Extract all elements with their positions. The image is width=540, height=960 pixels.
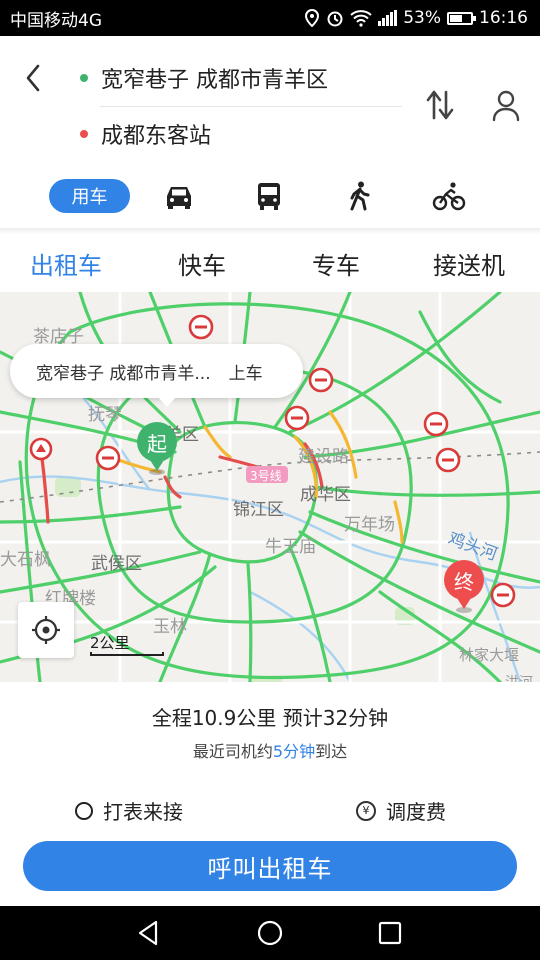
user-icon[interactable] [490,88,522,122]
destination-text: 成都东客站 [101,124,212,149]
service-tabs: 出租车 快车 专车 接送机 [0,234,540,292]
route-header: 宽窄巷子 成都市青羊区 成都东客站 [0,36,540,166]
back-nav-icon[interactable] [134,918,164,948]
start-marker-label: 起 [137,422,177,471]
driver-eta: 最近司机约5分钟到达 [0,738,540,762]
tab-express[interactable]: 快车 [178,246,226,281]
metro-line-label: 3号线 [250,469,282,483]
end-marker[interactable]: 终 [444,560,484,613]
origin-text: 宽窄巷子 成都市青羊区 [101,68,328,93]
map-scale-label: 2公里 [90,634,130,652]
signal-icon [378,10,398,26]
home-nav-icon[interactable] [255,918,285,948]
trip-panel: 全程10.9公里 预计32分钟 最近司机约5分钟到达 打表来接 ¥ 调度费 呼叫… [0,682,540,906]
location-icon [305,9,320,27]
pickup-callout[interactable]: 宽窄巷子 成都市青羊... 上车 [10,344,303,407]
tab-taxi[interactable]: 出租车 [30,246,102,281]
status-bar: 中国移动4G 53% 16:16 [0,0,540,36]
map-label: 洪河 [505,672,533,682]
destination-field[interactable]: 成都东客站 [80,118,211,150]
car-icon[interactable] [162,181,196,211]
map-label: 成华区 [300,485,351,505]
app-screen: 中国移动4G 53% 16:16 宽窄巷子 成都市青羊区 成都东客站 用车 出租… [0,0,540,960]
pickup-action: 上车 [228,363,263,384]
route-map[interactable]: 茶店子 抚琴 青羊区 建设路 3号线 锦江区 成华区 万年场 牛王庙 鸡头河 大… [0,292,540,682]
battery-icon [447,11,476,25]
mode-taxi-tab[interactable]: 用车 [49,179,130,213]
end-marker-label: 终 [444,560,484,609]
meter-option-label: 打表来接 [103,800,183,824]
map-label: 牛王庙 [265,537,316,557]
carrier-label: 中国移动4G [10,10,102,31]
pickup-place: 宽窄巷子 成都市青羊... [36,363,211,384]
bus-icon[interactable] [252,181,286,211]
map-label: 锦江区 [233,500,284,520]
eta-value: 5分钟 [272,742,316,761]
map-label: 建设路 [298,447,349,467]
origin-field[interactable]: 宽窄巷子 成都市青羊区 [80,62,328,94]
alarm-icon [327,11,343,27]
status-icons: 53% 16:16 [304,8,528,28]
battery-percent: 53% [403,8,441,28]
dispatch-fee-option[interactable]: ¥ 调度费 [356,796,446,825]
start-marker[interactable]: 起 [137,422,177,475]
crosshair-icon [32,616,60,644]
eta-prefix: 最近司机约 [192,742,273,761]
meter-option[interactable]: 打表来接 [75,796,183,825]
clock: 16:16 [479,8,528,28]
walk-icon[interactable] [343,181,377,211]
trip-summary: 全程10.9公里 预计32分钟 [151,706,389,730]
route-divider [100,106,402,107]
wifi-icon [350,10,372,27]
back-icon[interactable] [20,62,48,94]
recents-nav-icon[interactable] [375,918,405,948]
map-label: 武侯区 [91,554,142,574]
bike-icon[interactable] [432,181,466,211]
eta-suffix: 到达 [315,742,348,761]
dispatch-fee-label: 调度费 [386,800,446,824]
map-scale-bar [90,652,164,656]
transport-modes: 用车 [0,166,540,228]
map-label: 林家大堰 [459,646,520,664]
radio-icon [75,801,93,820]
call-taxi-button[interactable]: 呼叫出租车 [23,841,517,891]
locate-button[interactable] [18,602,74,658]
swap-icon[interactable] [424,88,456,122]
destination-dot [80,130,88,138]
map-label: 抚琴 [88,405,122,425]
yen-icon: ¥ [356,800,376,821]
map-label: 玉林 [153,617,187,637]
system-nav-bar [0,906,540,960]
tab-premium[interactable]: 专车 [312,246,360,281]
map-label: 大石枫 [0,550,51,570]
map-label: 万年场 [344,515,395,535]
origin-dot [80,74,88,82]
tab-airport[interactable]: 接送机 [433,246,505,281]
